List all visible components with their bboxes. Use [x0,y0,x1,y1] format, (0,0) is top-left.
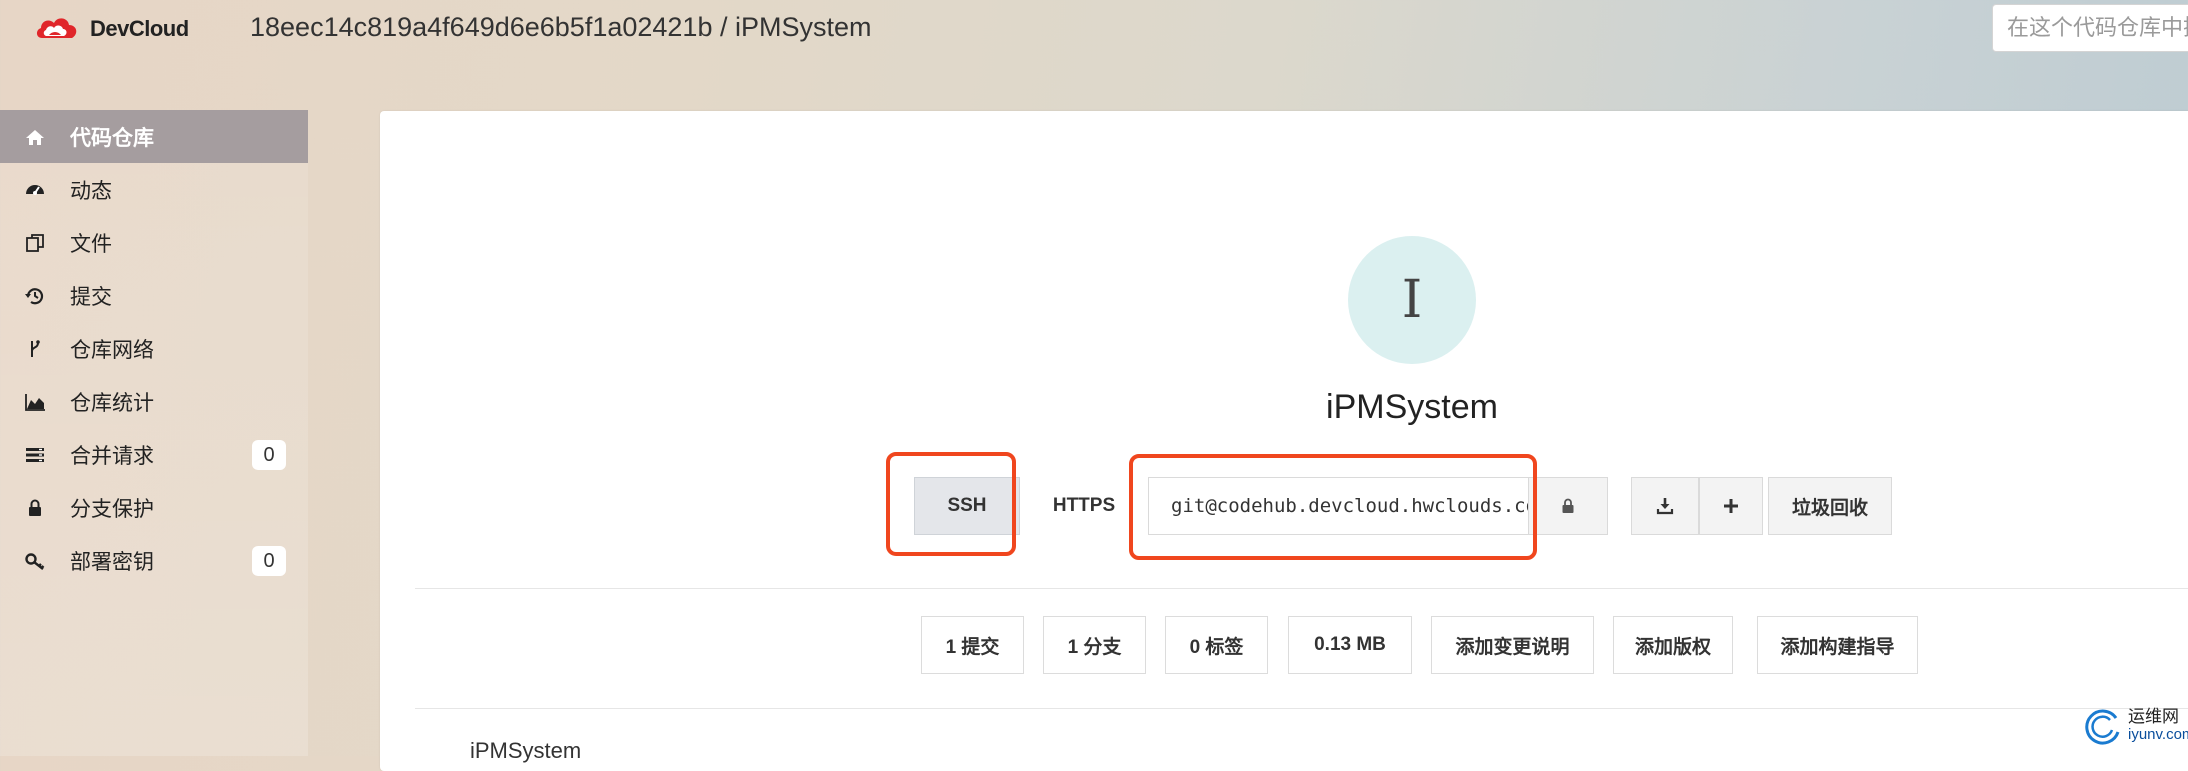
dashboard-icon [24,179,46,201]
sidebar-item-code-repo[interactable]: 代码仓库 [0,110,308,163]
sidebar-item-label: 仓库网络 [70,338,154,362]
sidebar-item-label: 代码仓库 [70,126,154,150]
repo-name-title: iPMSystem [1326,388,1498,426]
add-changelog-button[interactable]: 添加变更说明 [1431,616,1594,674]
commits-count-button[interactable]: 1 提交 [921,616,1024,674]
sidebar: 代码仓库 动态 文件 提交 仓库网络 仓库统计 合并请求 0 分支保护 部署密钥… [0,110,308,756]
sidebar-item-repo-stats[interactable]: 仓库统计 [0,375,308,428]
avatar-letter: I [1401,270,1423,330]
sidebar-item-label: 文件 [70,232,112,256]
list-icon [24,444,46,466]
branch-icon [24,338,46,360]
watermark-url: iyunv.com [2128,726,2188,743]
sidebar-item-files[interactable]: 文件 [0,216,308,269]
branches-count-button[interactable]: 1 分支 [1043,616,1146,674]
sidebar-item-commits[interactable]: 提交 [0,269,308,322]
add-button[interactable] [1699,477,1763,535]
home-icon [24,126,46,148]
sidebar-item-repo-network[interactable]: 仓库网络 [0,322,308,375]
area-chart-icon [24,391,46,413]
key-icon [24,550,46,572]
ssh-highlight-box [886,452,1016,556]
sidebar-item-label: 部署密钥 [70,550,154,574]
sidebar-item-branch-protection[interactable]: 分支保护 [0,481,308,534]
repo-path-title[interactable]: 18eec14c819a4f649d6e6b5f1a02421b / iPMSy… [250,12,871,43]
tags-count-button[interactable]: 0 标签 [1165,616,1268,674]
sidebar-item-label: 仓库统计 [70,391,154,415]
plus-icon [1724,499,1738,513]
cloud-logo-icon [36,18,77,38]
history-icon [24,285,46,307]
files-icon [24,232,46,254]
sidebar-item-label: 分支保护 [70,497,154,521]
copy-url-button[interactable] [1528,477,1608,535]
download-button[interactable] [1631,477,1699,535]
add-build-guide-button[interactable]: 添加构建指导 [1757,616,1918,674]
site-watermark: 运维网 iyunv.com [2082,706,2188,746]
clone-url-highlight-box [1129,454,1537,560]
repo-search-input[interactable]: 在这个代码仓库中搜索 [1992,4,2188,52]
section-divider [415,708,2188,709]
repo-size-badge: 0.13 MB [1288,616,1412,674]
add-license-button[interactable]: 添加版权 [1613,616,1733,674]
garbage-collect-button[interactable]: 垃圾回收 [1768,477,1892,535]
lock-icon [24,497,46,519]
sidebar-item-label: 合并请求 [70,444,154,468]
brand-name: DevCloud [90,16,189,41]
watermark-cn: 运维网 [2128,707,2179,726]
watermark-logo-icon [2085,709,2120,745]
devcloud-logo[interactable]: DevCloud [34,14,189,44]
deploy-keys-count-badge: 0 [252,546,286,576]
download-icon [1656,498,1674,515]
lock-icon [1562,498,1574,513]
readme-title: iPMSystem [470,738,582,763]
sidebar-item-activity[interactable]: 动态 [0,163,308,216]
sidebar-item-deploy-keys[interactable]: 部署密钥 0 [0,534,308,587]
sidebar-item-label: 提交 [70,285,112,309]
sidebar-item-label: 动态 [70,179,112,203]
sidebar-item-merge-requests[interactable]: 合并请求 0 [0,428,308,481]
repo-avatar: I [1348,236,1476,364]
merge-requests-count-badge: 0 [252,440,286,470]
top-bar: DevCloud 18eec14c819a4f649d6e6b5f1a02421… [0,0,2188,62]
section-divider [415,588,2188,589]
